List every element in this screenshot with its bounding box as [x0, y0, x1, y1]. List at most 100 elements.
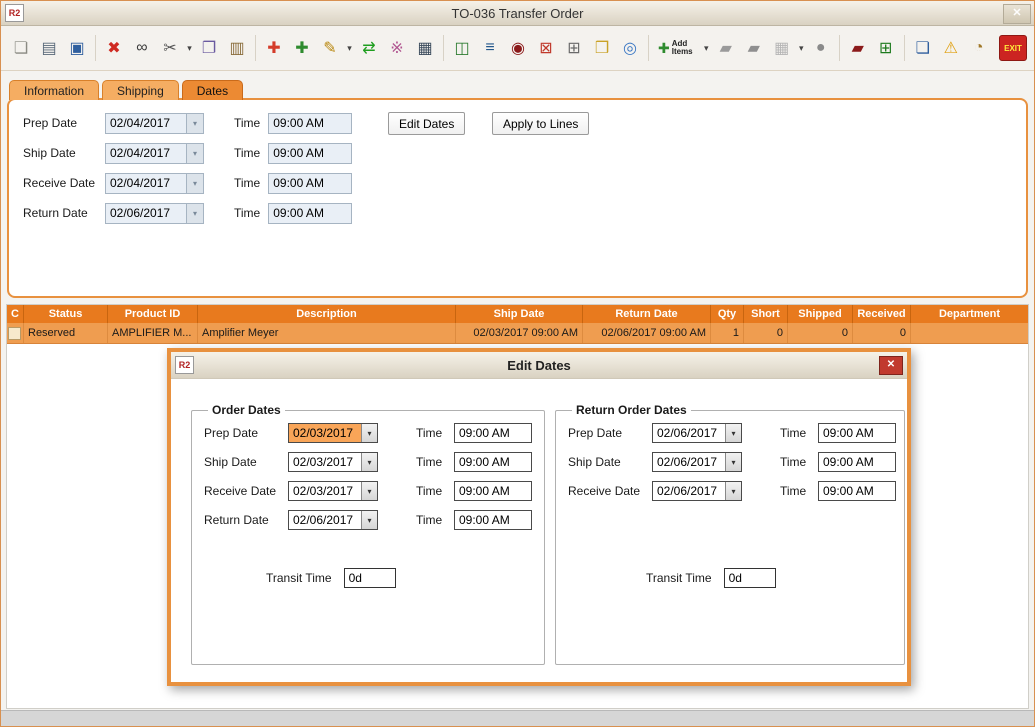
schedule-icon[interactable]: ⊞ [561, 35, 587, 61]
report-icon[interactable]: ≡ [477, 35, 503, 61]
tab-shipping[interactable]: Shipping [102, 80, 179, 100]
return-date-input[interactable] [106, 204, 186, 223]
paste-icon[interactable]: ▥ [224, 35, 250, 61]
add-item-icon[interactable]: ✚ [261, 35, 287, 61]
dialog-order-prep-time-input[interactable] [454, 423, 532, 443]
receive-date-input[interactable] [106, 174, 186, 193]
column-header-received[interactable]: Received [853, 305, 911, 323]
column-header-short[interactable]: Short [744, 305, 788, 323]
dialog-return-prep-date-combo[interactable]: ▾ [652, 423, 742, 443]
prep-time-input[interactable] [268, 113, 352, 134]
tab-information[interactable]: Information [9, 80, 99, 100]
apply-to-lines-button[interactable]: Apply to Lines [492, 112, 589, 135]
edit-dates-button[interactable]: Edit Dates [388, 112, 465, 135]
dialog-return-receive-date-input[interactable] [653, 482, 725, 500]
column-header-product-id[interactable]: Product ID [108, 305, 198, 323]
chevron-down-icon[interactable]: ▾ [361, 453, 377, 471]
package-icon[interactable]: ◫ [449, 35, 475, 61]
dialog-order-return-date-combo[interactable]: ▾ [288, 510, 378, 530]
prep-date-input[interactable] [106, 114, 186, 133]
transfer-truck-icon[interactable]: ▰ [845, 35, 871, 61]
chevron-down-icon[interactable]: ▾ [361, 511, 377, 529]
dialog-order-receive-date-input[interactable] [289, 482, 361, 500]
column-header-c[interactable]: C [7, 305, 24, 323]
cut-icon[interactable]: ✂ [157, 35, 183, 61]
copy-icon[interactable]: ❐ [196, 35, 222, 61]
dialog-order-receive-time-input[interactable] [454, 481, 532, 501]
dialog-close-button[interactable]: ✕ [879, 356, 903, 375]
close-button[interactable]: ✕ [1003, 4, 1031, 24]
dialog-order-return-time-input[interactable] [454, 510, 532, 530]
column-header-return-date[interactable]: Return Date [583, 305, 711, 323]
chevron-down-icon[interactable]: ▾ [361, 424, 377, 442]
column-header-department[interactable]: Department [911, 305, 1028, 323]
dialog-return-ship-date-input[interactable] [653, 453, 725, 471]
print-icon[interactable]: ▤ [36, 35, 62, 61]
dialog-order-prep-date-combo[interactable]: ▾ [288, 423, 378, 443]
order-transit-time-input[interactable] [344, 568, 396, 588]
ship-truck-icon[interactable]: ▰ [713, 35, 739, 61]
dialog-order-ship-date-combo[interactable]: ▾ [288, 452, 378, 472]
return-date-combo[interactable]: ▾ [105, 203, 204, 224]
column-header-shipped[interactable]: Shipped [788, 305, 853, 323]
chevron-down-icon[interactable]: ▾ [186, 174, 203, 193]
chevron-down-icon[interactable]: ▾ [361, 482, 377, 500]
table-row[interactable]: Reserved AMPLIFIER M... Amplifier Meyer … [7, 323, 1028, 344]
gift-icon[interactable]: ❒ [589, 35, 615, 61]
chevron-down-icon[interactable]: ▾ [186, 114, 203, 133]
container-icon[interactable]: ▰ [741, 35, 767, 61]
calculator-icon[interactable]: ▦ [412, 35, 438, 61]
dialog-order-prep-date-input[interactable] [289, 424, 361, 442]
exit-button[interactable]: EXIT [999, 35, 1027, 61]
rock-icon[interactable]: ● [808, 35, 834, 61]
row-select-cell[interactable] [7, 323, 24, 343]
ship-date-combo[interactable]: ▾ [105, 143, 204, 164]
find-icon[interactable]: ∞ [129, 35, 155, 61]
dialog-return-ship-date-combo[interactable]: ▾ [652, 452, 742, 472]
save-icon[interactable]: ▣ [64, 35, 90, 61]
dialog-order-receive-date-combo[interactable]: ▾ [288, 481, 378, 501]
chevron-down-icon[interactable]: ▾ [725, 482, 741, 500]
column-header-qty[interactable]: Qty [711, 305, 744, 323]
notes-options-dropdown[interactable]: ▾ [344, 36, 355, 60]
grouping-icon[interactable]: ※ [384, 35, 410, 61]
warning-icon[interactable]: ⚠ [938, 35, 964, 61]
refresh-icon[interactable]: ⇄ [356, 35, 382, 61]
ship-time-input[interactable] [268, 143, 352, 164]
grid-green-icon[interactable]: ⊞ [873, 35, 899, 61]
remove-document-icon[interactable]: ⊠ [533, 35, 559, 61]
add-multiple-icon[interactable]: ✚ [289, 35, 315, 61]
chevron-down-icon[interactable]: ▾ [186, 144, 203, 163]
grid-disabled-icon[interactable]: ▦ [769, 35, 795, 61]
dialog-return-receive-time-input[interactable] [818, 481, 896, 501]
dialog-order-return-date-input[interactable] [289, 511, 361, 529]
column-header-description[interactable]: Description [198, 305, 456, 323]
dialog-return-receive-date-combo[interactable]: ▾ [652, 481, 742, 501]
timestamp-icon[interactable]: ◔ [966, 35, 992, 61]
dialog-order-ship-date-input[interactable] [289, 453, 361, 471]
dialog-return-prep-date-input[interactable] [653, 424, 725, 442]
receive-time-input[interactable] [268, 173, 352, 194]
receive-date-combo[interactable]: ▾ [105, 173, 204, 194]
prep-date-combo[interactable]: ▾ [105, 113, 204, 134]
delete-icon[interactable]: ✖ [101, 35, 127, 61]
dialog-return-prep-time-input[interactable] [818, 423, 896, 443]
chevron-down-icon[interactable]: ▾ [186, 204, 203, 223]
add-items-dropdown[interactable]: ▾ [701, 36, 712, 60]
ship-date-input[interactable] [106, 144, 186, 163]
dialog-return-ship-time-input[interactable] [818, 452, 896, 472]
chevron-down-icon[interactable]: ▾ [725, 453, 741, 471]
grid-options-dropdown[interactable]: ▾ [796, 36, 807, 60]
tab-dates[interactable]: Dates [182, 80, 243, 100]
chevron-down-icon[interactable]: ▾ [725, 424, 741, 442]
document-icon[interactable]: ❏ [910, 35, 936, 61]
disc-icon[interactable]: ◎ [617, 35, 643, 61]
media-icon[interactable]: ◉ [505, 35, 531, 61]
new-document-icon[interactable]: ❏ [8, 35, 34, 61]
return-time-input[interactable] [268, 203, 352, 224]
column-header-ship-date[interactable]: Ship Date [456, 305, 583, 323]
dialog-order-ship-time-input[interactable] [454, 452, 532, 472]
return-transit-time-input[interactable] [724, 568, 776, 588]
edit-notes-icon[interactable]: ✎ [317, 35, 343, 61]
column-header-status[interactable]: Status [24, 305, 108, 323]
